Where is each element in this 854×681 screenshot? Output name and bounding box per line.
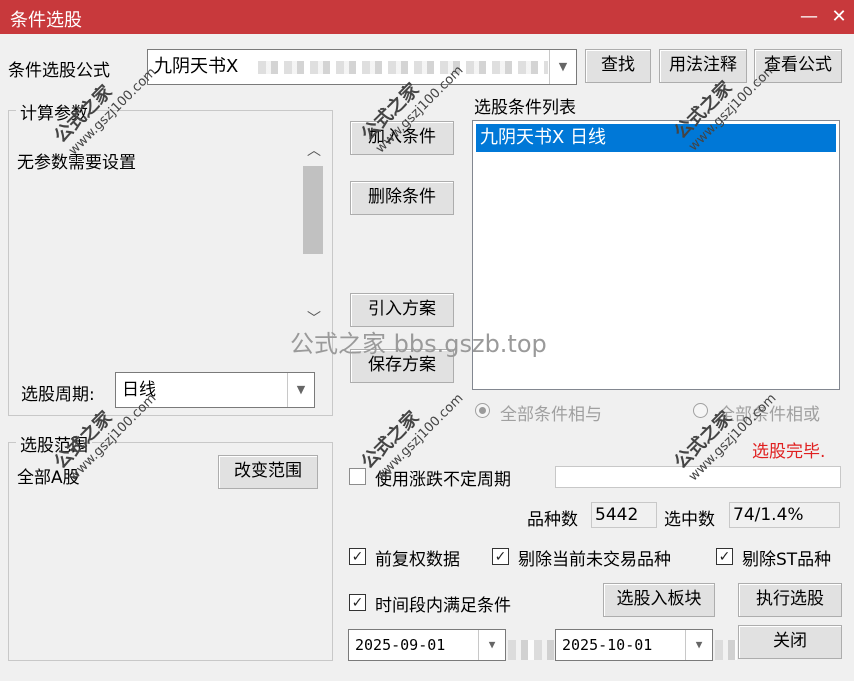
- delete-condition-button[interactable]: 删除条件: [350, 181, 454, 215]
- chevron-down-icon[interactable]: ▼: [287, 373, 314, 407]
- params-text: 无参数需要设置: [17, 153, 136, 173]
- uncertain-period-checkbox[interactable]: [349, 468, 366, 485]
- scroll-thumb[interactable]: [303, 166, 323, 254]
- blurred-region: [715, 640, 737, 660]
- blurred-description: [258, 61, 548, 74]
- formula-value: 九阴天书X: [154, 56, 239, 77]
- period-label: 选股周期:: [21, 385, 95, 405]
- window-title: 条件选股: [10, 10, 82, 31]
- blurred-region: [508, 640, 554, 660]
- uncertain-period-input[interactable]: [555, 466, 841, 488]
- params-scrollbar[interactable]: ︿ ﹀: [301, 140, 325, 332]
- execute-button[interactable]: 执行选股: [738, 583, 842, 617]
- end-date-value: 2025-10-01: [562, 636, 653, 654]
- forward-adjust-checkbox[interactable]: ✓: [349, 548, 366, 565]
- count-value: 5442: [591, 502, 657, 528]
- start-date-value: 2025-09-01: [355, 636, 446, 654]
- chevron-down-icon[interactable]: ▼: [549, 50, 576, 84]
- formula-combobox[interactable]: 九阴天书X ▼: [147, 49, 577, 85]
- selected-count-label: 选中数: [664, 510, 715, 530]
- view-formula-button[interactable]: 查看公式: [754, 49, 842, 83]
- chevron-up-icon[interactable]: ︿: [307, 140, 321, 160]
- minimize-button[interactable]: —: [796, 4, 822, 30]
- start-date-picker[interactable]: 2025-09-01 ▼: [348, 629, 506, 661]
- exclude-untraded-checkbox[interactable]: ✓: [492, 548, 509, 565]
- chevron-down-icon[interactable]: ▼: [685, 630, 712, 660]
- or-radio[interactable]: [693, 403, 708, 418]
- range-group-title: 选股范围: [16, 431, 92, 456]
- params-group-title: 计算参数: [16, 99, 92, 124]
- list-item[interactable]: 九阴天书X 日线: [476, 124, 836, 152]
- import-plan-button[interactable]: 引入方案: [350, 293, 454, 327]
- title-bar: 条件选股 — ✕: [0, 0, 854, 34]
- condition-list-label: 选股条件列表: [474, 98, 576, 118]
- change-range-button[interactable]: 改变范围: [218, 455, 318, 489]
- usage-notes-button[interactable]: 用法注释: [659, 49, 747, 83]
- or-radio-label: 全部条件相或: [718, 405, 820, 425]
- period-select[interactable]: 日线 ▼: [115, 372, 315, 408]
- forward-adjust-label: 前复权数据: [375, 550, 460, 570]
- time-period-label: 时间段内满足条件: [375, 596, 511, 616]
- close-window-button[interactable]: ✕: [826, 4, 852, 30]
- uncertain-period-label: 使用涨跌不定周期: [375, 470, 511, 490]
- and-radio[interactable]: [475, 403, 490, 418]
- exclude-st-checkbox[interactable]: ✓: [716, 548, 733, 565]
- exclude-st-label: 剔除ST品种: [742, 550, 832, 570]
- period-value: 日线: [122, 380, 156, 400]
- count-label: 品种数: [527, 510, 578, 530]
- range-value: 全部A股: [17, 468, 80, 488]
- formula-label: 条件选股公式: [8, 61, 110, 81]
- time-period-checkbox[interactable]: ✓: [349, 594, 366, 611]
- close-button[interactable]: 关闭: [738, 625, 842, 659]
- search-button[interactable]: 查找: [585, 49, 651, 83]
- chevron-down-icon[interactable]: ▼: [478, 630, 505, 660]
- and-radio-label: 全部条件相与: [500, 405, 602, 425]
- center-watermark: 公式之家 bbs.gszb.top: [290, 330, 547, 358]
- add-condition-button[interactable]: 加入条件: [350, 121, 454, 155]
- status-text: 选股完毕.: [752, 442, 826, 462]
- end-date-picker[interactable]: 2025-10-01 ▼: [555, 629, 713, 661]
- exclude-untraded-label: 剔除当前未交易品种: [518, 550, 671, 570]
- selected-count-value: 74/1.4%: [729, 502, 840, 528]
- to-block-button[interactable]: 选股入板块: [603, 583, 715, 617]
